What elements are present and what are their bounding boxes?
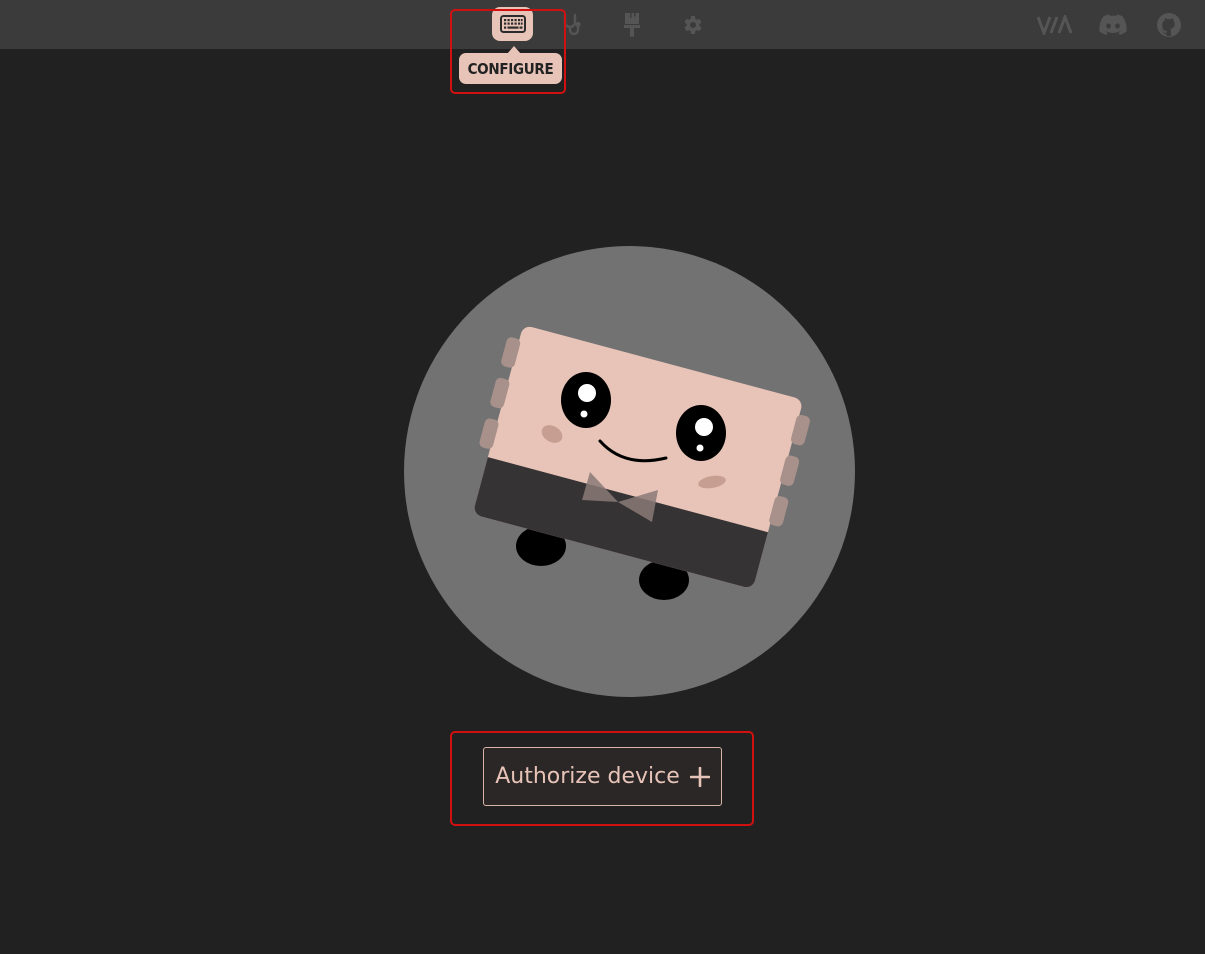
nav-test-button[interactable] bbox=[552, 8, 592, 42]
discord-link[interactable] bbox=[1093, 8, 1133, 42]
nav-settings-button[interactable] bbox=[672, 8, 712, 42]
top-nav-bar bbox=[0, 0, 1205, 49]
authorize-device-label: Authorize device bbox=[495, 764, 680, 789]
keyboard-mascot-icon bbox=[404, 246, 855, 697]
paintbrush-icon bbox=[624, 13, 640, 37]
authorize-device-button[interactable]: Authorize device bbox=[483, 747, 722, 806]
plus-icon bbox=[689, 766, 710, 787]
github-icon bbox=[1157, 13, 1181, 37]
via-link[interactable] bbox=[1036, 8, 1078, 42]
discord-icon bbox=[1099, 14, 1127, 35]
nav-design-button[interactable] bbox=[612, 8, 652, 42]
keyboard-icon bbox=[499, 15, 526, 33]
nav-tooltip: CONFIGURE bbox=[459, 53, 562, 84]
gear-icon bbox=[684, 16, 702, 34]
stethoscope-icon bbox=[563, 13, 581, 36]
via-logo-icon bbox=[1037, 15, 1073, 35]
nav-configure-button[interactable] bbox=[492, 7, 533, 41]
github-link[interactable] bbox=[1149, 8, 1189, 42]
